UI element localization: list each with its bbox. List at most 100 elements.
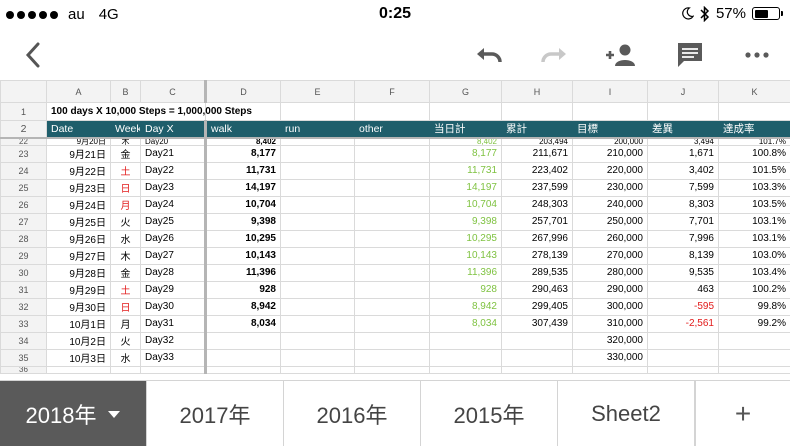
row-number[interactable]: 31 — [0, 280, 47, 299]
cell[interactable] — [429, 102, 502, 121]
rate-cell[interactable]: 103.3% — [718, 178, 790, 197]
column-header[interactable]: C — [140, 80, 207, 103]
diff-cell[interactable]: 3,402 — [647, 161, 719, 180]
walk-cell[interactable]: 11,731 — [205, 161, 281, 180]
date-cell[interactable]: 10月3日 — [46, 348, 111, 367]
cell[interactable] — [354, 297, 430, 316]
cell[interactable] — [280, 348, 355, 367]
walk-cell[interactable]: 8,402 — [205, 137, 281, 146]
tab-2016[interactable]: 2016年 — [284, 381, 421, 446]
cell[interactable] — [354, 161, 430, 180]
date-cell[interactable]: 9月23日 — [46, 178, 111, 197]
corner-cell[interactable] — [0, 80, 47, 103]
undo-button[interactable] — [472, 38, 506, 72]
walk-cell[interactable]: 11,396 — [205, 263, 281, 282]
date-cell[interactable]: 9月24日 — [46, 195, 111, 214]
week-cell[interactable]: 金 — [110, 263, 141, 282]
rate-cell[interactable]: 100.2% — [718, 280, 790, 299]
cumulative-cell[interactable]: 211,671 — [501, 144, 573, 163]
column-header[interactable]: H — [501, 80, 573, 103]
day-cell[interactable]: Day20 — [140, 137, 207, 146]
diff-cell[interactable]: 7,996 — [647, 229, 719, 248]
target-cell[interactable]: 320,000 — [572, 331, 648, 350]
row-number[interactable]: 27 — [0, 212, 47, 231]
week-cell[interactable]: 土 — [110, 161, 141, 180]
row-number[interactable]: 24 — [0, 161, 47, 180]
walk-cell[interactable]: 10,143 — [205, 246, 281, 265]
week-cell[interactable]: 水 — [110, 348, 141, 367]
date-cell[interactable]: 9月26日 — [46, 229, 111, 248]
date-cell[interactable]: 9月29日 — [46, 280, 111, 299]
date-cell[interactable]: 9月22日 — [46, 161, 111, 180]
target-cell[interactable]: 210,000 — [572, 144, 648, 163]
cell[interactable] — [647, 102, 719, 121]
cell[interactable] — [280, 212, 355, 231]
cumulative-cell[interactable]: 267,996 — [501, 229, 573, 248]
cell[interactable] — [110, 365, 141, 374]
tab-2018[interactable]: 2018年 — [0, 381, 147, 446]
cell[interactable] — [354, 137, 430, 146]
cell[interactable] — [46, 365, 111, 374]
week-cell[interactable]: 水 — [110, 229, 141, 248]
cell[interactable] — [280, 102, 355, 121]
week-cell[interactable]: 木 — [110, 137, 141, 146]
row-number[interactable]: 29 — [0, 246, 47, 265]
row-number[interactable]: 1 — [0, 102, 47, 121]
cumulative-cell[interactable]: 237,599 — [501, 178, 573, 197]
row-number[interactable]: 2 — [0, 120, 47, 139]
target-cell[interactable]: 260,000 — [572, 229, 648, 248]
date-cell[interactable]: 9月27日 — [46, 246, 111, 265]
rate-cell[interactable]: 103.5% — [718, 195, 790, 214]
today-cell[interactable]: 10,704 — [429, 195, 502, 214]
cumulative-cell[interactable]: 203,494 — [501, 137, 573, 146]
cell[interactable] — [280, 314, 355, 333]
day-cell[interactable]: Day31 — [140, 314, 207, 333]
column-header[interactable]: F — [354, 80, 430, 103]
diff-cell[interactable]: 9,535 — [647, 263, 719, 282]
week-cell[interactable]: 火 — [110, 331, 141, 350]
tab-2017[interactable]: 2017年 — [147, 381, 284, 446]
day-cell[interactable]: Day27 — [140, 246, 207, 265]
cell[interactable] — [354, 212, 430, 231]
cell[interactable] — [354, 365, 430, 374]
cell[interactable] — [354, 195, 430, 214]
target-cell[interactable]: 310,000 — [572, 314, 648, 333]
cell[interactable] — [501, 365, 573, 374]
day-cell[interactable]: Day23 — [140, 178, 207, 197]
target-cell[interactable]: 270,000 — [572, 246, 648, 265]
diff-cell[interactable]: -2,561 — [647, 314, 719, 333]
cell[interactable] — [354, 229, 430, 248]
row-number[interactable]: 25 — [0, 178, 47, 197]
today-cell[interactable]: 9,398 — [429, 212, 502, 231]
add-sheet-button[interactable]: + — [695, 381, 790, 446]
cell[interactable] — [354, 314, 430, 333]
today-cell[interactable]: 10,143 — [429, 246, 502, 265]
tab-sheet2[interactable]: Sheet2 — [558, 381, 695, 446]
column-header[interactable]: I — [572, 80, 648, 103]
header-cell[interactable]: 達成率 — [718, 120, 790, 139]
target-cell[interactable]: 200,000 — [572, 137, 648, 146]
today-cell[interactable]: 10,295 — [429, 229, 502, 248]
column-header[interactable]: K — [718, 80, 790, 103]
cell[interactable] — [280, 229, 355, 248]
header-cell[interactable]: 当日計 — [429, 120, 502, 139]
walk-cell[interactable]: 8,942 — [205, 297, 281, 316]
header-cell[interactable]: 累計 — [501, 120, 573, 139]
cell[interactable] — [354, 246, 430, 265]
cell[interactable] — [354, 348, 430, 367]
diff-cell[interactable]: 7,701 — [647, 212, 719, 231]
week-cell[interactable]: 月 — [110, 314, 141, 333]
day-cell[interactable]: Day25 — [140, 212, 207, 231]
column-header[interactable]: E — [280, 80, 355, 103]
date-cell[interactable]: 9月21日 — [46, 144, 111, 163]
cumulative-cell[interactable]: 289,535 — [501, 263, 573, 282]
target-cell[interactable]: 330,000 — [572, 348, 648, 367]
week-cell[interactable]: 日 — [110, 297, 141, 316]
today-cell[interactable]: 14,197 — [429, 178, 502, 197]
cell[interactable] — [354, 178, 430, 197]
today-cell[interactable] — [429, 348, 502, 367]
rate-cell[interactable]: 101.7% — [718, 137, 790, 146]
target-cell[interactable]: 280,000 — [572, 263, 648, 282]
cell[interactable] — [280, 178, 355, 197]
day-cell[interactable]: Day24 — [140, 195, 207, 214]
